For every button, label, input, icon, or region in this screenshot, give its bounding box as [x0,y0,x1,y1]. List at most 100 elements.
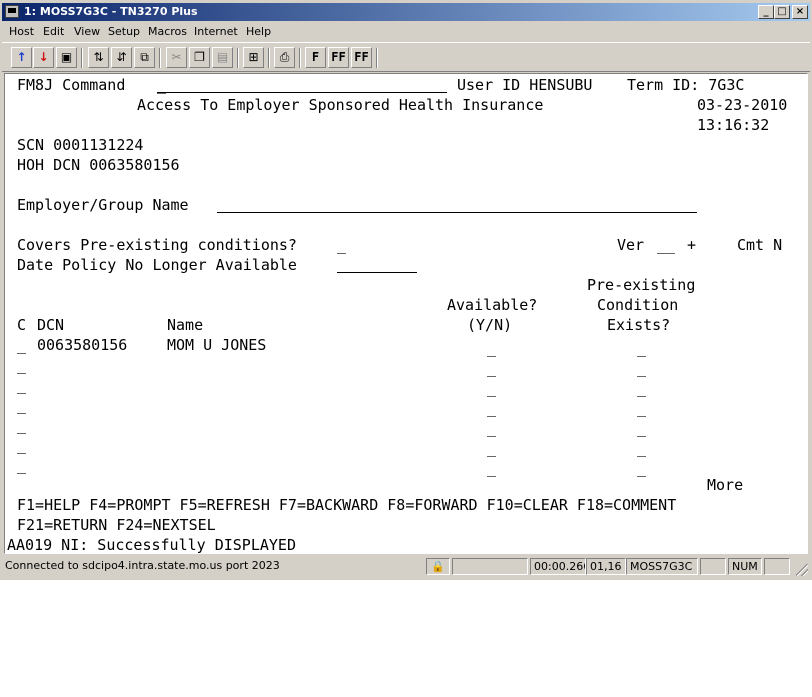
minimize-button[interactable]: _ [758,5,774,19]
maximize-button[interactable]: □ [774,5,790,19]
covers-label: Covers Pre-existing conditions? [17,236,297,254]
row-available-input[interactable]: _ [487,418,496,438]
send-receive-icon[interactable]: ⇅ [88,47,109,68]
function-keys-line-2: F21=RETURN F24=NEXTSEL [17,516,216,534]
num-lock-indicator: NUM [728,558,762,575]
ver-plus: + [687,236,697,254]
select-all-icon[interactable]: ⊞ [243,47,264,68]
row-available-input[interactable]: _ [487,358,496,378]
arrow-up-icon[interactable]: ↑ [11,47,32,68]
col-preexisting-header-1: Pre-existing [587,276,696,294]
user-id: User ID HENSUBU [457,76,593,94]
close-button[interactable]: × [792,5,808,19]
row-available-input[interactable]: _ [487,398,496,418]
status-bar: Connected to sdcipo4.intra.state.mo.us p… [2,556,810,578]
toolbar-separator [299,48,301,68]
row-select-input[interactable]: _ [17,415,26,435]
command-input-underline[interactable] [157,92,447,93]
row-select-input[interactable]: _ [17,435,26,455]
app-window: 1: MOSS7G3C - TN3270 Plus _ □ × Host Edi… [0,0,812,580]
menu-bar: Host Edit View Setup Macros Internet Hel… [2,22,810,41]
row-dcn: 0063580156 [37,336,128,354]
arrow-down-icon[interactable]: ↓ [33,47,54,68]
row-available-input[interactable]: _ [487,338,496,358]
hoh-dcn: HOH DCN 0063580156 [17,156,180,174]
page-title: Access To Employer Sponsored Health Insu… [137,96,544,114]
copy-page-icon[interactable]: ⧉ [134,47,155,68]
screen-date: 03-23-2010 [697,96,788,114]
row-select-input[interactable]: _ [17,375,26,395]
employer-name-field[interactable] [217,212,697,213]
col-available-header-1: Available? [447,296,538,314]
row-select-input[interactable]: _ [17,395,26,415]
font-large-icon[interactable]: F [305,47,326,68]
employer-label: Employer/Group Name [17,196,189,214]
terminal-app-icon[interactable] [5,5,19,18]
row-exists-input[interactable]: _ [637,418,646,438]
row-exists-input[interactable]: _ [637,378,646,398]
col-name-header: Name [167,316,204,334]
lock-icon: 🔒 [426,558,450,575]
row-available-input[interactable]: _ [487,458,496,478]
print-icon[interactable]: ⎙ [274,47,295,68]
status-empty-2 [700,558,726,575]
connection-status: Connected to sdcipo4.intra.state.mo.us p… [5,559,280,572]
row-name: MOM U JONES [167,336,267,354]
function-keys-line-1: F1=HELP F4=PROMPT F5=REFRESH F7=BACKWARD… [17,496,677,514]
cut-icon[interactable]: ✂ [166,47,187,68]
row-select-input[interactable]: _ [17,355,26,375]
row-available-input[interactable]: _ [487,438,496,458]
resize-grip[interactable] [796,564,808,576]
cursor-position: 01,16 [586,558,626,575]
toolbar-separator [237,48,239,68]
title-bar[interactable]: 1: MOSS7G3C - TN3270 Plus _ □ × [2,3,810,21]
col-dcn-header: DCN [37,316,65,334]
menu-view[interactable]: View [74,25,100,38]
row-select-input[interactable]: _ [17,335,26,355]
menu-internet[interactable]: Internet [194,25,238,38]
col-available-header-2: (Y/N) [467,316,513,334]
row-select-input[interactable]: _ [17,455,26,475]
date-policy-field[interactable] [337,272,417,273]
row-exists-input[interactable]: _ [637,358,646,378]
date-policy-label: Date Policy No Longer Available [17,256,297,274]
menu-help[interactable]: Help [246,25,271,38]
toolbar-separator [159,48,161,68]
transfer-icon[interactable]: ⇵ [111,47,132,68]
screen-time: 13:16:32 [697,116,770,134]
menu-edit[interactable]: Edit [43,25,64,38]
session-name: MOSS7G3C [626,558,698,575]
row-exists-input[interactable]: _ [637,338,646,358]
row-available-input[interactable]: _ [487,378,496,398]
copy-icon[interactable]: ❐ [189,47,210,68]
col-c-header: C [17,316,27,334]
ver-label: Ver [617,236,645,254]
status-empty-1 [452,558,528,575]
row-exists-input[interactable]: _ [637,458,646,478]
toolbar-separator [81,48,83,68]
cmt-indicator: Cmt N [737,236,783,254]
term-id: Term ID: 7G3C [627,76,745,94]
window-title: 1: MOSS7G3C - TN3270 Plus [24,5,198,18]
ver-input[interactable]: __ [657,235,675,255]
font-medium-icon[interactable]: FF [328,47,349,68]
menu-host[interactable]: Host [9,25,34,38]
toolbar-separator [376,48,378,68]
status-empty-3 [764,558,790,575]
paste-icon[interactable]: ▤ [212,47,233,68]
timer-readout: 00:00.266 [530,558,586,575]
col-preexisting-header-2: Condition [597,296,679,314]
covers-input[interactable]: _ [337,235,346,255]
font-small-icon[interactable]: FF [351,47,372,68]
menu-macros[interactable]: Macros [148,25,187,38]
scn-number: SCN 0001131224 [17,136,144,154]
menu-setup[interactable]: Setup [108,25,140,38]
save-icon[interactable]: ▣ [56,47,77,68]
more-indicator: More [707,476,744,494]
toolbar: ↑ ↓ ▣ ⇅ ⇵ ⧉ ✂ ❐ ▤ ⊞ ⎙ F FF FF [2,42,810,72]
row-exists-input[interactable]: _ [637,398,646,418]
terminal-screen[interactable]: FM8J Command _ User ID HENSUBU Term ID: … [4,73,808,554]
row-exists-input[interactable]: _ [637,438,646,458]
command-label: FM8J Command [17,76,126,94]
toolbar-separator [268,48,270,68]
